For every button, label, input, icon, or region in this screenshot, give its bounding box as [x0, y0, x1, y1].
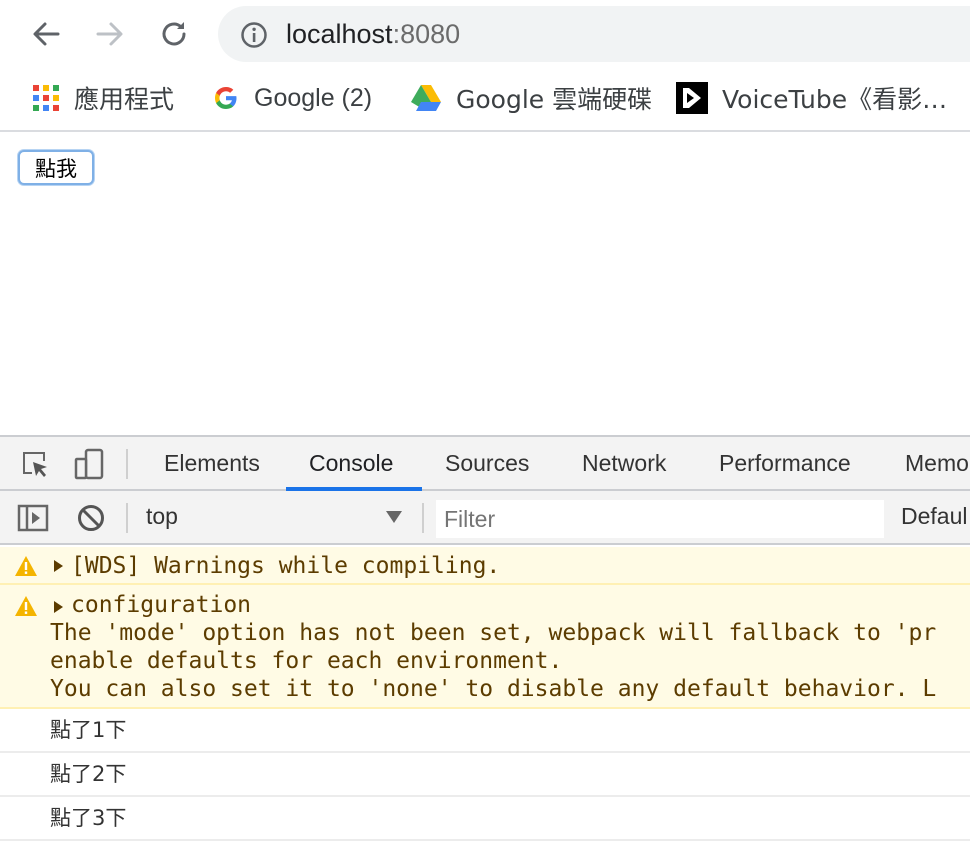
- inspect-element-button[interactable]: [18, 447, 52, 481]
- url-host: localhost: [286, 19, 393, 49]
- forward-button[interactable]: [90, 14, 130, 54]
- device-toolbar-button[interactable]: [72, 447, 106, 481]
- console-message-text: 點了2下: [50, 762, 127, 786]
- toolbar-divider: [422, 503, 424, 533]
- bookmarks-bar: 應用程式 Google (2) Google 雲端硬碟 VoiceTube《看影…: [0, 70, 970, 132]
- tab-memory[interactable]: Memo: [905, 437, 969, 489]
- tab-network[interactable]: Network: [582, 437, 666, 489]
- expand-triangle-icon[interactable]: [54, 560, 63, 572]
- console-message-text: enable defaults for each environment.: [50, 648, 563, 674]
- sidebar-toggle-icon: [17, 504, 49, 532]
- console-filter-input[interactable]: [436, 500, 884, 538]
- click-me-button[interactable]: 點我: [18, 150, 94, 185]
- warning-icon: [15, 596, 37, 616]
- console-message-text: You can also set it to 'none' to disable…: [50, 676, 937, 702]
- execution-context-select[interactable]: top: [146, 503, 178, 530]
- console-message-text: configuration: [71, 592, 252, 618]
- url-text: localhost:8080: [286, 18, 460, 50]
- no-entry-icon: [78, 505, 104, 531]
- bookmark-label: Google (2): [254, 83, 373, 112]
- console-warning: [WDS] Warnings while compiling.: [0, 547, 970, 585]
- console-message-text: The 'mode' option has not been set, webp…: [50, 620, 937, 646]
- console-message-text: [WDS] Warnings while compiling.: [71, 553, 501, 579]
- browser-toolbar: localhost:8080: [0, 0, 970, 70]
- expand-triangle-icon[interactable]: [54, 601, 63, 613]
- bookmark-google-drive[interactable]: Google 雲端硬碟: [410, 82, 652, 114]
- console-toolbar: top Defaul: [0, 491, 970, 545]
- voicetube-icon: [676, 82, 708, 114]
- google-g-icon: [215, 87, 237, 109]
- console-messages: [WDS] Warnings while compiling. configur…: [0, 547, 970, 846]
- console-log: 點了3下: [0, 797, 970, 841]
- reload-icon: [162, 22, 186, 46]
- console-warning: configuration The 'mode' option has not …: [0, 585, 970, 709]
- toolbar-divider: [126, 449, 128, 479]
- console-message-text: 點了1下: [50, 718, 127, 742]
- tab-console[interactable]: Console: [309, 437, 393, 489]
- tab-sources[interactable]: Sources: [445, 437, 529, 489]
- google-drive-icon: [411, 85, 441, 111]
- inspect-cursor-icon: [23, 452, 47, 477]
- arrow-left-icon: [33, 22, 60, 46]
- apps-grid-icon: [33, 85, 59, 111]
- show-sidebar-button[interactable]: [16, 501, 50, 535]
- bookmark-label: VoiceTube《看影…: [722, 85, 948, 114]
- info-icon[interactable]: [240, 21, 268, 49]
- console-message-text: 點了3下: [50, 806, 127, 830]
- chevron-down-icon[interactable]: [386, 511, 402, 523]
- warning-icon: [15, 556, 37, 576]
- bookmark-label: 應用程式: [74, 85, 175, 114]
- log-levels-dropdown[interactable]: Defaul: [901, 503, 967, 530]
- tab-elements[interactable]: Elements: [164, 437, 260, 489]
- devtools-panel: Elements Console Sources Network Perform…: [0, 435, 970, 846]
- back-button[interactable]: [26, 14, 66, 54]
- address-bar[interactable]: localhost:8080: [218, 6, 970, 62]
- tab-performance[interactable]: Performance: [719, 437, 851, 489]
- bookmark-google[interactable]: Google (2): [212, 82, 372, 114]
- devtools-tabbar: Elements Console Sources Network Perform…: [0, 437, 970, 491]
- device-mode-icon: [74, 448, 104, 480]
- page-content: 點我: [0, 134, 970, 435]
- console-log: 點了2下: [0, 753, 970, 797]
- clear-console-button[interactable]: [74, 501, 108, 535]
- arrow-right-icon: [96, 22, 123, 46]
- url-port: :8080: [392, 19, 461, 49]
- bookmark-label: Google 雲端硬碟: [456, 85, 653, 114]
- console-log: 點了1下: [0, 709, 970, 753]
- bookmark-apps[interactable]: 應用程式: [32, 82, 174, 114]
- toolbar-divider: [126, 503, 128, 533]
- reload-button[interactable]: [154, 14, 194, 54]
- bookmark-voicetube[interactable]: VoiceTube《看影…: [676, 82, 947, 114]
